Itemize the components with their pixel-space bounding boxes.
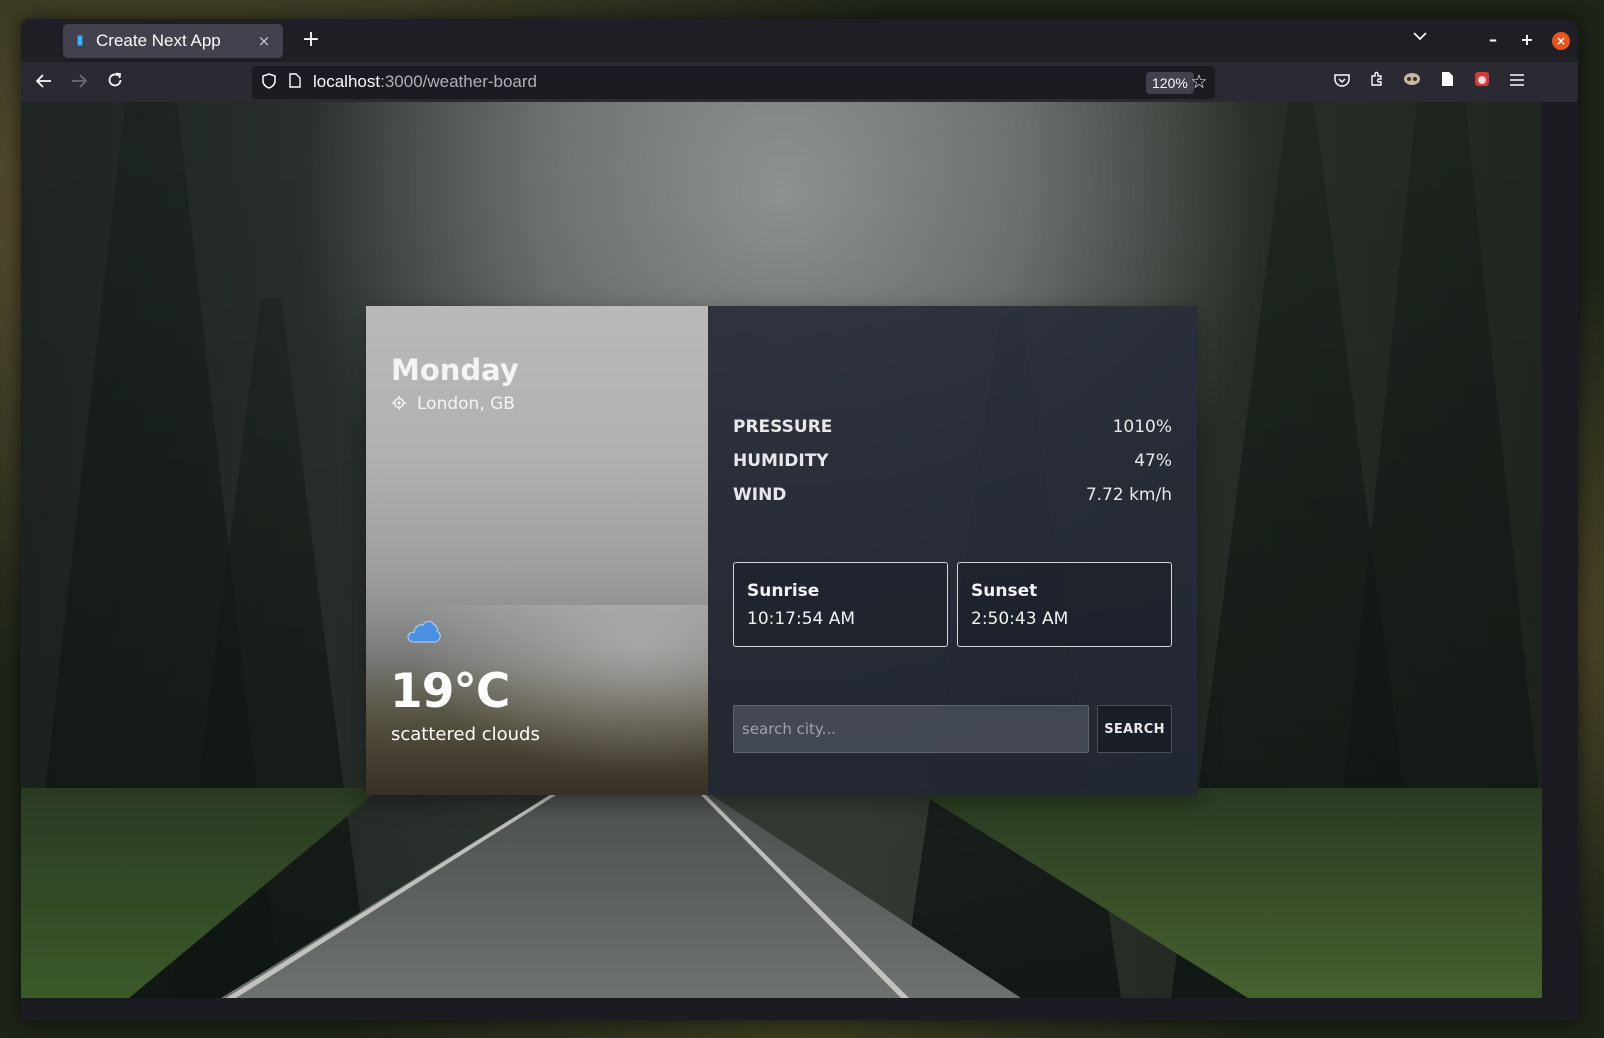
minimize-button[interactable]: – <box>1482 29 1504 51</box>
stat-label: PRESSURE <box>733 417 833 437</box>
location-text: London, GB <box>417 394 515 414</box>
stat-row-humidity: HUMIDITY 47% <box>733 444 1172 478</box>
extensions-icon[interactable] <box>1366 71 1388 93</box>
search-button[interactable]: SEARCH <box>1097 705 1172 753</box>
stat-label: HUMIDITY <box>733 451 829 471</box>
pocket-icon[interactable] <box>1331 71 1353 93</box>
chevron-down-icon[interactable] <box>1413 29 1427 45</box>
weather-description: scattered clouds <box>391 724 540 745</box>
new-tab-button[interactable]: + <box>297 27 325 55</box>
location-pin-icon <box>391 396 407 412</box>
zoom-indicator[interactable]: 120% <box>1146 72 1194 94</box>
weather-card: Monday London, GB 19°C scattered clouds … <box>366 306 1197 795</box>
stat-value: 1010% <box>1112 417 1172 437</box>
stats-list: PRESSURE 1010% HUMIDITY 47% WIND 7.72 km… <box>733 410 1172 512</box>
navigation-bar: localhost:3000/weather-board 120% ☆ <box>21 62 1578 102</box>
sunset-box: Sunset 2:50:43 AM <box>957 562 1172 647</box>
forward-button[interactable] <box>65 68 93 96</box>
weather-details-panel: PRESSURE 1010% HUMIDITY 47% WIND 7.72 km… <box>708 306 1197 795</box>
url-bar[interactable]: localhost:3000/weather-board 120% ☆ <box>252 66 1215 99</box>
sunset-time: 2:50:43 AM <box>971 609 1069 629</box>
close-window-button[interactable]: × <box>1552 32 1570 50</box>
stat-row-pressure: PRESSURE 1010% <box>733 410 1172 444</box>
day-title: Monday <box>391 353 519 387</box>
tab-close-icon[interactable]: × <box>255 32 273 50</box>
sunrise-box: Sunrise 10:17:54 AM <box>733 562 948 647</box>
stat-label: WIND <box>733 485 787 505</box>
account-icon[interactable] <box>1401 71 1423 93</box>
maximize-button[interactable]: + <box>1516 29 1538 51</box>
bookmark-star-icon[interactable]: ☆ <box>1188 71 1210 93</box>
url-text[interactable]: localhost:3000/weather-board <box>313 72 537 92</box>
tab-bar: ▮ Create Next App × + – + × <box>21 19 1578 62</box>
sunrise-time: 10:17:54 AM <box>747 609 856 629</box>
weather-summary-panel: Monday London, GB 19°C scattered clouds <box>366 306 708 795</box>
sunrise-label: Sunrise <box>747 581 820 601</box>
page-viewport: Monday London, GB 19°C scattered clouds … <box>21 102 1542 998</box>
browser-tab[interactable]: ▮ Create Next App × <box>63 24 283 58</box>
addon-icon[interactable] <box>1471 71 1493 93</box>
reader-icon[interactable] <box>1436 71 1458 93</box>
sunset-label: Sunset <box>971 581 1038 601</box>
reload-button[interactable] <box>101 68 129 96</box>
shield-icon[interactable] <box>260 73 278 91</box>
url-host: localhost <box>313 72 381 91</box>
stat-row-wind: WIND 7.72 km/h <box>733 478 1172 512</box>
favicon-icon: ▮ <box>76 33 84 48</box>
search-city-input[interactable] <box>733 705 1089 753</box>
url-path: :3000/weather-board <box>380 72 537 91</box>
browser-window: ▮ Create Next App × + – + × localhost:30… <box>21 19 1578 1020</box>
page-icon[interactable] <box>286 73 304 91</box>
menu-icon[interactable] <box>1506 71 1528 93</box>
cloud-icon <box>406 616 442 646</box>
location: London, GB <box>391 394 515 414</box>
back-button[interactable] <box>30 68 58 96</box>
stat-value: 47% <box>1134 451 1172 471</box>
stat-value: 7.72 km/h <box>1085 485 1172 505</box>
tab-title: Create Next App <box>96 31 221 50</box>
temperature: 19°C <box>390 664 510 719</box>
